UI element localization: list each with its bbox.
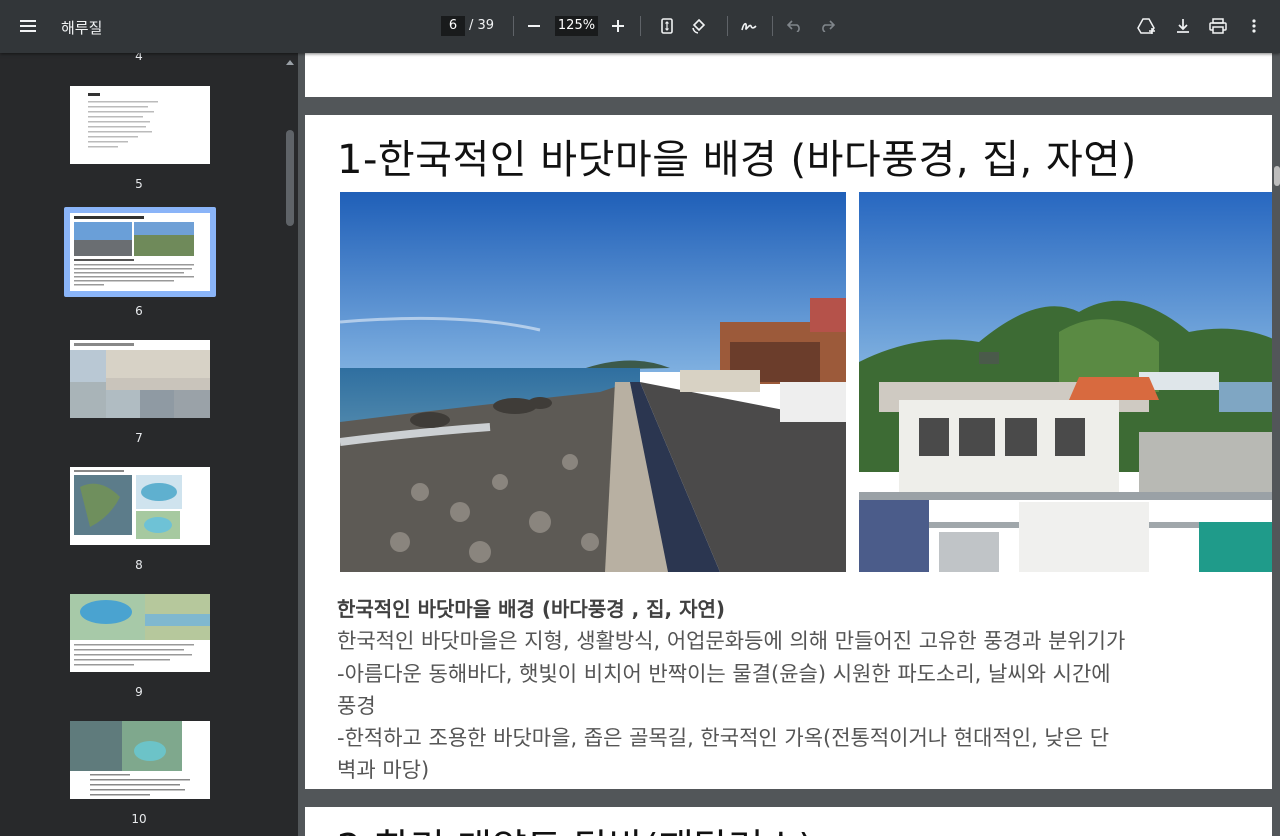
body-text-line: 풍경 bbox=[337, 694, 376, 718]
previous-page bbox=[305, 53, 1280, 97]
thumbnail-page-5[interactable] bbox=[70, 86, 210, 164]
thumbnail-sidebar: 4 5 6 7 8 9 10 bbox=[0, 53, 298, 836]
thumbnail-page-number: 7 bbox=[135, 431, 143, 445]
thumbnail-page-7[interactable] bbox=[70, 340, 210, 418]
next-slide-title: 2-한리 태양도 탐방(재탐러스) bbox=[337, 817, 813, 836]
zoom-out-icon[interactable] bbox=[521, 13, 547, 39]
undo-icon[interactable] bbox=[782, 13, 808, 39]
more-options-icon[interactable] bbox=[1241, 13, 1267, 39]
thumbnail-page-10[interactable] bbox=[70, 721, 210, 799]
zoom-in-icon[interactable] bbox=[605, 13, 631, 39]
next-page: 2-한리 태양도 탐방(재탐러스) bbox=[305, 807, 1280, 836]
thumbnail-page-8[interactable] bbox=[70, 467, 210, 545]
rotate-icon[interactable] bbox=[686, 13, 712, 39]
thumbnail-page-number: 10 bbox=[131, 812, 147, 826]
body-heading: 한국적인 바닷마을 배경 (바다풍경 , 집, 자연) bbox=[337, 597, 726, 621]
sidebar-scrollbar-thumb[interactable] bbox=[286, 130, 294, 226]
pdf-toolbar: 해루질 6 / 39 125% bbox=[0, 0, 1280, 53]
thumbnail-page-9[interactable] bbox=[70, 594, 210, 672]
page-number-input[interactable]: 6 bbox=[441, 16, 465, 36]
page-total: / 39 bbox=[469, 18, 495, 33]
print-icon[interactable] bbox=[1205, 13, 1231, 39]
thumbnail-page-number: 4 bbox=[135, 53, 143, 63]
thumbnail-page-number: 6 bbox=[135, 304, 143, 318]
thumbnail-page-number: 8 bbox=[135, 558, 143, 572]
body-text-line: 벽과 마당) bbox=[337, 758, 430, 782]
toolbar-divider bbox=[640, 16, 641, 36]
body-text-line: -아름다운 동해바다, 햇빛이 비치어 반짝이는 물결(윤슬) 시원한 파도소리… bbox=[337, 662, 1111, 686]
thumbnail-page-number: 9 bbox=[135, 685, 143, 699]
current-page: 1-한국적인 바닷마을 배경 (바다풍경, 집, 자연) 한국적인 바닷마을 배… bbox=[305, 115, 1280, 789]
body-text-line: -한적하고 조용한 바닷마을, 좁은 골목길, 한국적인 가옥(전통적이거나 현… bbox=[337, 726, 1110, 750]
toolbar-divider bbox=[772, 16, 773, 36]
menu-icon[interactable] bbox=[16, 13, 42, 39]
coastal-road-photo bbox=[340, 192, 846, 572]
redo-icon[interactable] bbox=[814, 13, 840, 39]
toolbar-divider bbox=[513, 16, 514, 36]
zoom-input[interactable]: 125% bbox=[555, 16, 598, 36]
document-viewer: 1-한국적인 바닷마을 배경 (바다풍경, 집, 자연) 한국적인 바닷마을 배… bbox=[298, 53, 1280, 836]
fit-page-icon[interactable] bbox=[654, 13, 680, 39]
viewer-scrollbar-thumb[interactable] bbox=[1274, 166, 1280, 186]
slide-title: 1-한국적인 바닷마을 배경 (바다풍경, 집, 자연) bbox=[337, 137, 1137, 183]
toolbar-divider bbox=[727, 16, 728, 36]
mountain-village-photo bbox=[859, 192, 1280, 572]
body-text-line: 한국적인 바닷마을은 지형, 생활방식, 어업문화등에 의해 만들어진 고유한 … bbox=[337, 629, 1126, 653]
annotate-icon[interactable] bbox=[736, 13, 762, 39]
thumbnail-page-number: 5 bbox=[135, 177, 143, 191]
download-icon[interactable] bbox=[1170, 13, 1196, 39]
document-title: 해루질 bbox=[61, 19, 103, 37]
thumbnail-page-6[interactable] bbox=[70, 213, 210, 291]
add-to-drive-icon[interactable] bbox=[1134, 13, 1160, 39]
